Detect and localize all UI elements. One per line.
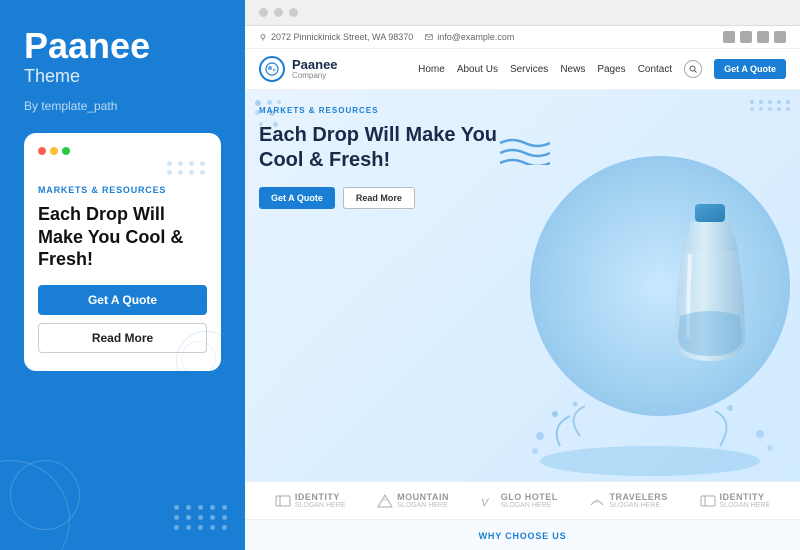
water-bottle bbox=[660, 196, 760, 376]
topbar-left: 2072 Pinnickinick Street, WA 98370 info@… bbox=[259, 32, 514, 42]
brand-icon-1: IDENTITY SLOGAN HERE bbox=[275, 492, 346, 509]
nav-logo: Paanee Company bbox=[259, 56, 338, 82]
website-nav: Paanee Company Home About Us Services Ne… bbox=[245, 49, 800, 90]
minimize-dot bbox=[50, 147, 58, 155]
sidebar: Paanee Theme By template_path MARKETS & … bbox=[0, 0, 245, 550]
social-tw-icon bbox=[740, 31, 752, 43]
brand-title: Paanee bbox=[24, 28, 221, 64]
nav-services[interactable]: Services bbox=[510, 64, 548, 75]
svg-text:V: V bbox=[481, 497, 490, 509]
brand-icon-2: MOUNTAIN SLOGAN HERE bbox=[377, 492, 449, 509]
social-li-icon bbox=[757, 31, 769, 43]
hero-dots-right bbox=[750, 100, 792, 111]
hero-buttons: Get A Quote Read More bbox=[259, 187, 499, 209]
hero-quote-button[interactable]: Get A Quote bbox=[259, 187, 335, 209]
card-deco-dots bbox=[167, 161, 207, 175]
nav-home[interactable]: Home bbox=[418, 64, 445, 75]
nav-links: Home About Us Services News Pages Contac… bbox=[418, 59, 786, 79]
email-icon bbox=[425, 33, 433, 41]
mobile-quote-button[interactable]: Get A Quote bbox=[38, 285, 207, 315]
chrome-dot-3 bbox=[289, 8, 298, 17]
sidebar-brand: Paanee Theme bbox=[24, 28, 221, 87]
brand-slogan-5: SLOGAN HERE bbox=[720, 502, 771, 509]
identity-icon-1 bbox=[275, 493, 291, 509]
hero-tag: MARKETS & RESOURCES bbox=[259, 106, 499, 115]
why-choose-label: WHY CHOOSE US bbox=[479, 531, 567, 541]
topbar-social bbox=[723, 31, 786, 43]
logo-svg bbox=[265, 62, 279, 76]
brand-item-4: TRAVELERS SLOGAN HERE bbox=[589, 492, 667, 509]
bottle-svg bbox=[660, 196, 760, 371]
hero-image-area bbox=[460, 90, 800, 481]
social-fb-icon bbox=[723, 31, 735, 43]
nav-contact[interactable]: Contact bbox=[638, 64, 672, 75]
sidebar-bottom-dots bbox=[174, 505, 229, 530]
brand-name-2: MOUNTAIN bbox=[397, 492, 449, 502]
logo-company: Company bbox=[292, 71, 338, 80]
address-info: 2072 Pinnickinick Street, WA 98370 bbox=[259, 32, 413, 42]
hero-content: MARKETS & RESOURCES Each Drop Will Make … bbox=[259, 106, 499, 471]
search-button[interactable] bbox=[684, 60, 702, 78]
travelers-icon bbox=[589, 493, 605, 509]
maximize-dot bbox=[62, 147, 70, 155]
brand-name-1: IDENTITY bbox=[295, 492, 346, 502]
chrome-dot-2 bbox=[274, 8, 283, 17]
location-icon bbox=[259, 33, 267, 41]
mobile-headline: Each Drop Will Make You Cool & Fresh! bbox=[38, 203, 207, 271]
chrome-dot-1 bbox=[259, 8, 268, 17]
brand-slogan-3: SLOGAN HERE bbox=[501, 502, 558, 509]
browser-chrome bbox=[245, 0, 800, 26]
sidebar-by: By template_path bbox=[24, 99, 221, 113]
brand-subtitle: Theme bbox=[24, 66, 221, 87]
brand-icon-5: IDENTITY SLOGAN HERE bbox=[700, 492, 771, 509]
nav-cta-button[interactable]: Get A Quote bbox=[714, 59, 786, 79]
water-splash bbox=[520, 396, 800, 481]
website-topbar: 2072 Pinnickinick Street, WA 98370 info@… bbox=[245, 26, 800, 49]
brand-icon-3: V GLO HOTEL SLOGAN HERE bbox=[481, 492, 558, 509]
nav-about[interactable]: About Us bbox=[457, 64, 498, 75]
brand-name-3: GLO HOTEL bbox=[501, 492, 558, 502]
nav-news[interactable]: News bbox=[560, 64, 585, 75]
brands-bar: IDENTITY SLOGAN HERE MOUNTAIN SLOGAN HER… bbox=[245, 481, 800, 519]
mobile-preview-card: MARKETS & RESOURCES Each Drop Will Make … bbox=[24, 133, 221, 371]
website-preview: 2072 Pinnickinick Street, WA 98370 info@… bbox=[245, 26, 800, 550]
hero-headline: Each Drop Will Make You Cool & Fresh! bbox=[259, 123, 499, 173]
splash-svg bbox=[520, 396, 780, 476]
why-choose-bar: WHY CHOOSE US bbox=[245, 519, 800, 550]
brand-slogan-1: SLOGAN HERE bbox=[295, 502, 346, 509]
close-dot bbox=[38, 147, 46, 155]
mobile-tag: MARKETS & RESOURCES bbox=[38, 185, 207, 195]
brand-item-5: IDENTITY SLOGAN HERE bbox=[700, 492, 771, 509]
email-info: info@example.com bbox=[425, 32, 514, 42]
logo-name: Paanee bbox=[292, 58, 338, 71]
brand-name-5: IDENTITY bbox=[720, 492, 771, 502]
wave-decoration bbox=[500, 135, 550, 170]
search-icon bbox=[689, 65, 697, 73]
brand-item-3: V GLO HOTEL SLOGAN HERE bbox=[481, 492, 558, 509]
brand-icon-4: TRAVELERS SLOGAN HERE bbox=[589, 492, 667, 509]
nav-pages[interactable]: Pages bbox=[597, 64, 625, 75]
window-controls bbox=[38, 147, 207, 155]
nav-logo-text: Paanee Company bbox=[292, 58, 338, 80]
brand-item-2: MOUNTAIN SLOGAN HERE bbox=[377, 492, 449, 509]
identity-icon-2 bbox=[700, 493, 716, 509]
social-yt-icon bbox=[774, 31, 786, 43]
hero-section: MARKETS & RESOURCES Each Drop Will Make … bbox=[245, 90, 800, 481]
brand-slogan-2: SLOGAN HERE bbox=[397, 502, 449, 509]
brand-slogan-4: SLOGAN HERE bbox=[609, 502, 667, 509]
wave-svg bbox=[500, 135, 550, 165]
nav-logo-icon bbox=[259, 56, 285, 82]
brand-name-4: TRAVELERS bbox=[609, 492, 667, 502]
hotel-icon: V bbox=[481, 493, 497, 509]
mountain-icon bbox=[377, 493, 393, 509]
hero-read-button[interactable]: Read More bbox=[343, 187, 415, 209]
brand-item-1: IDENTITY SLOGAN HERE bbox=[275, 492, 346, 509]
main-content: 2072 Pinnickinick Street, WA 98370 info@… bbox=[245, 0, 800, 550]
deco-circle-2 bbox=[10, 460, 80, 530]
